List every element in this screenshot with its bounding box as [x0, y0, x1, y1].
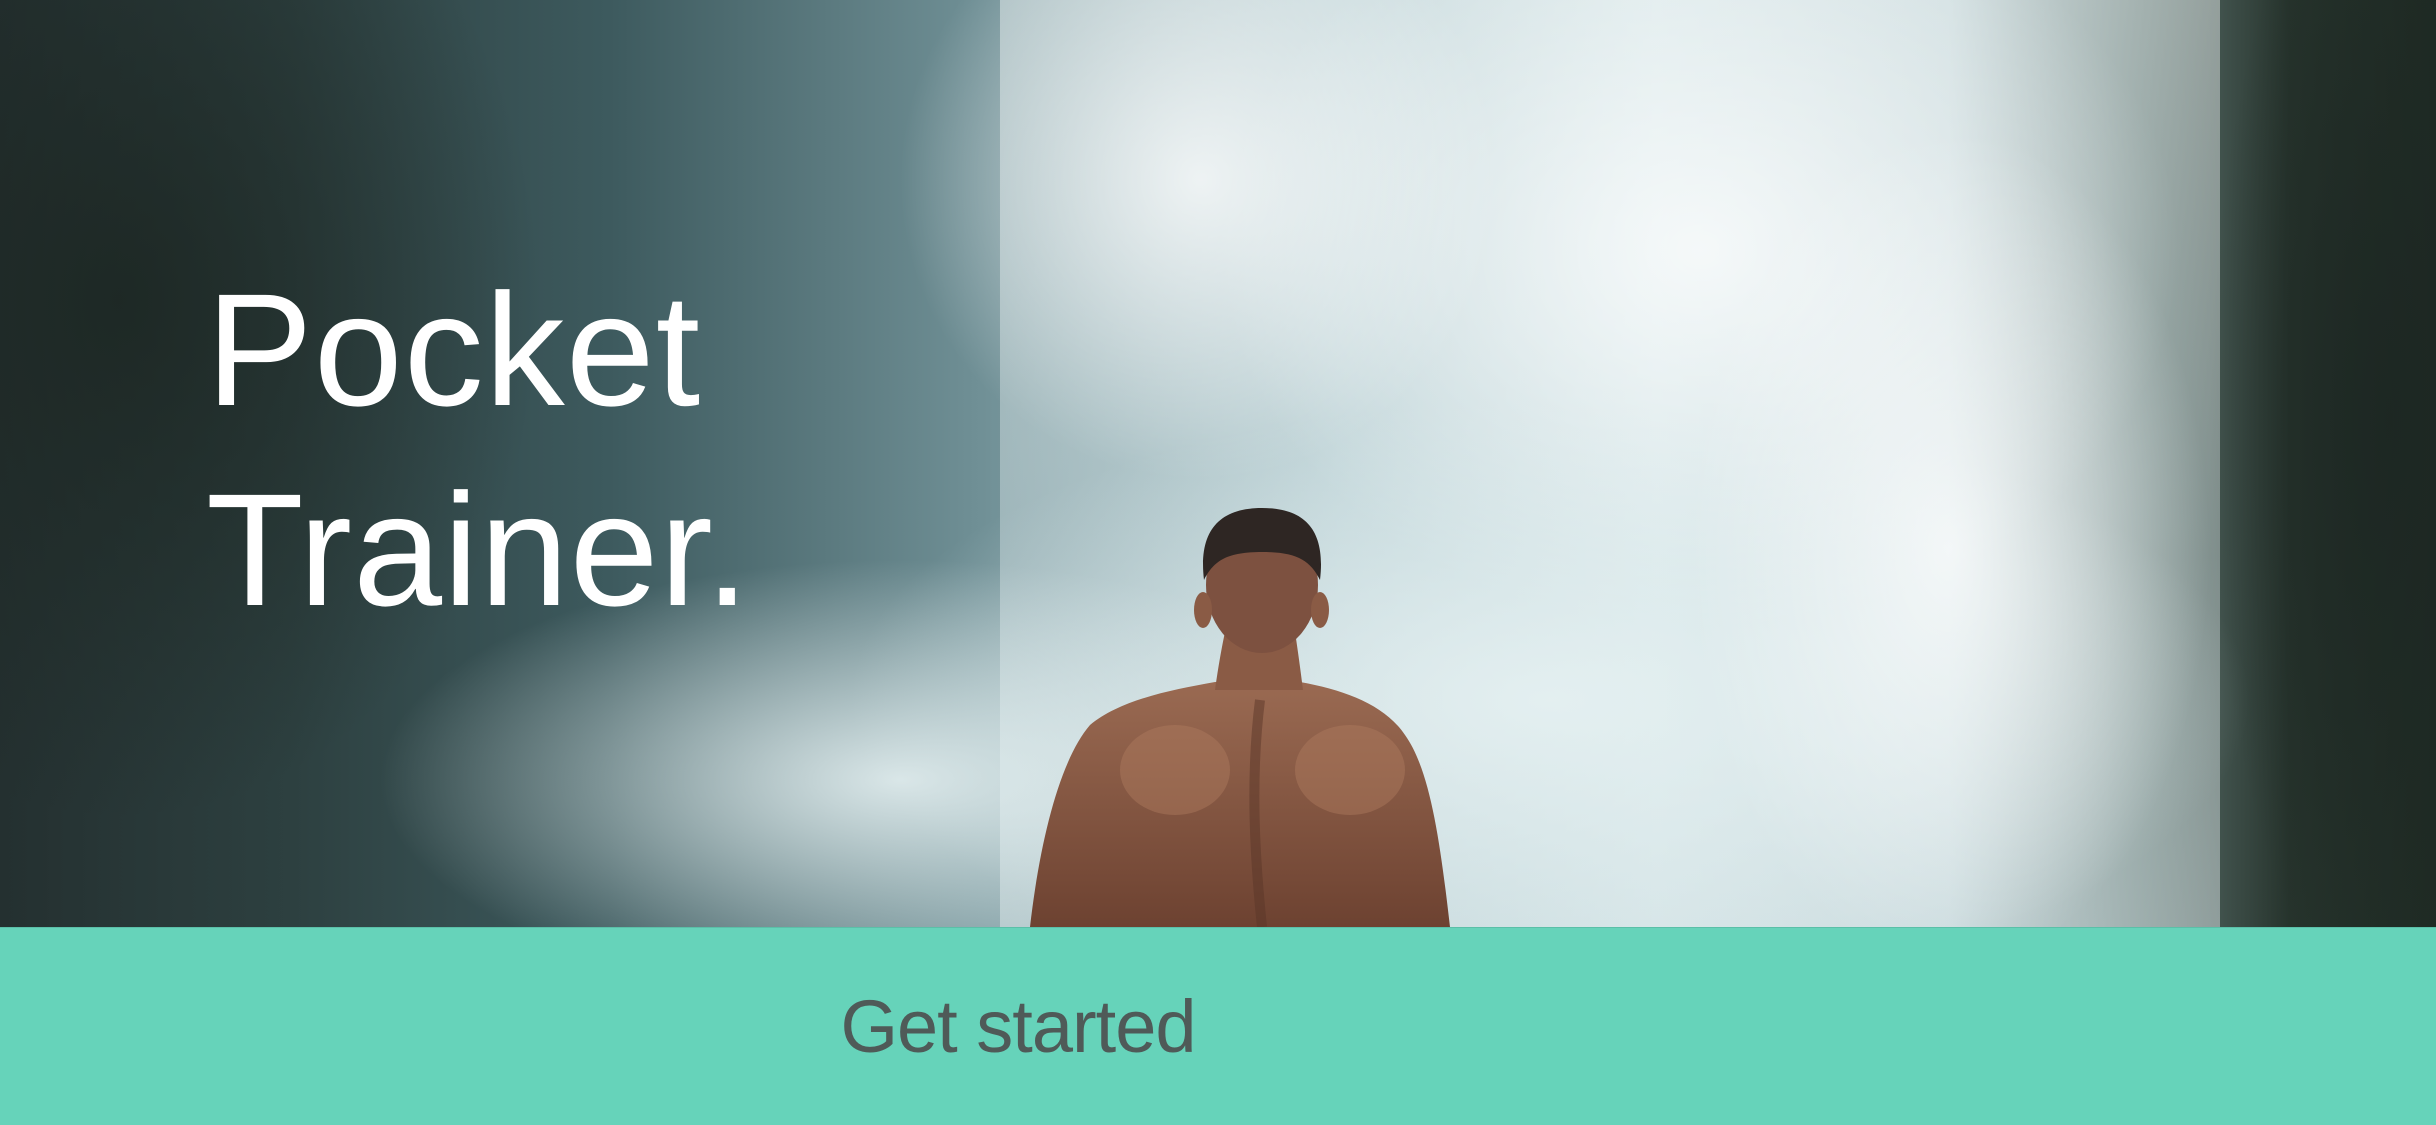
app-title-line-2: Trainer. [206, 460, 751, 639]
get-started-label: Get started [840, 985, 1196, 1068]
app-title: Pocket Trainer. [206, 250, 750, 650]
get-started-button[interactable]: Get started [0, 927, 2436, 1125]
hero-background-image: Pocket Trainer. [0, 0, 2436, 927]
app-title-line-1: Pocket [206, 260, 702, 439]
onboarding-screen: Pocket Trainer. Get started [0, 0, 2436, 1125]
